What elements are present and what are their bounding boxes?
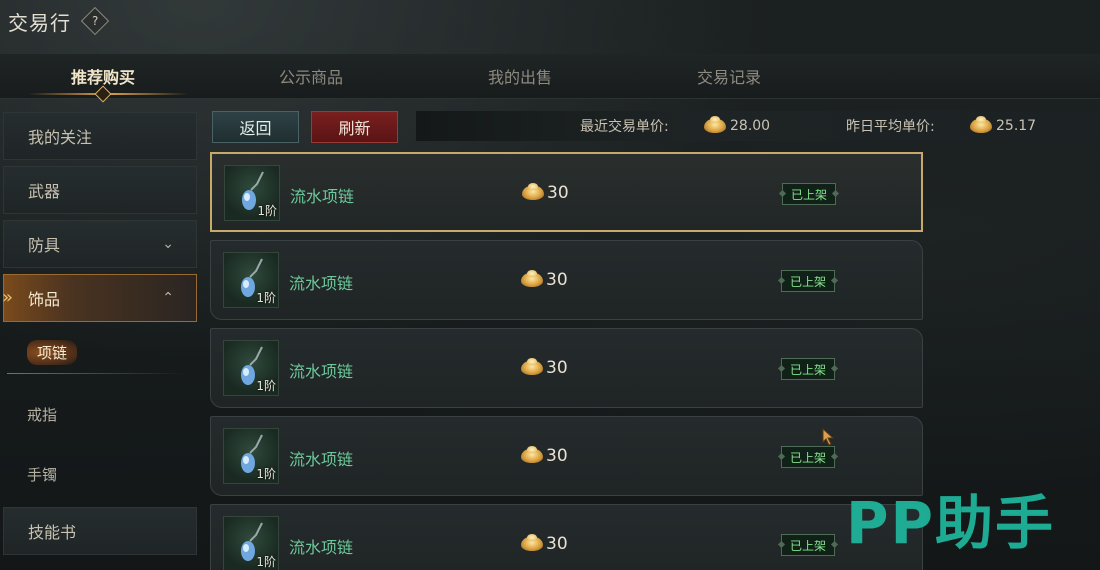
subitem-label: 手镯 xyxy=(27,465,58,484)
refresh-button-label: 刷新 xyxy=(338,119,371,138)
gold-ingot-icon xyxy=(970,116,992,133)
status-badge: 已上架 xyxy=(781,358,836,380)
gold-ingot-icon xyxy=(521,358,543,375)
tab-label: 推荐购买 xyxy=(70,68,135,87)
chevron-down-icon: ⌄ xyxy=(162,236,174,252)
tier-label: 1阶 xyxy=(256,555,276,569)
tab-bar: 推荐购买 公示商品 我的出售 交易记录 xyxy=(0,54,1100,103)
tab-label: 交易记录 xyxy=(696,68,761,87)
recent-price: 28.00 xyxy=(704,116,771,134)
listing-row[interactable]: 1阶 流水项链 30 已上架 xyxy=(210,416,923,496)
title-bar: 交易行 ? xyxy=(8,6,110,36)
item-name: 流水项链 xyxy=(289,362,354,381)
subitem-underline xyxy=(7,373,187,374)
sidebar-subitem-necklace[interactable]: 项链 xyxy=(3,326,197,378)
sidebar-item-weapons[interactable]: 武器 xyxy=(3,166,197,214)
listing-row[interactable]: 1阶 流水项链 30 已上架 xyxy=(210,328,923,408)
watermark-logo: PP助手 xyxy=(846,489,1056,557)
sidebar-item-skill-books[interactable]: 技能书 xyxy=(3,507,197,555)
subitem-label: 戒指 xyxy=(27,405,58,424)
tab-public-goods[interactable]: 公示商品 xyxy=(216,54,406,98)
tab-ornament-icon xyxy=(94,85,112,103)
avg-price: 25.17 xyxy=(970,116,1037,134)
avg-price-label: 昨日平均单价: xyxy=(846,119,935,135)
cursor-icon xyxy=(822,428,835,446)
item-price: 30 xyxy=(521,446,568,466)
sidebar-item-label: 我的关注 xyxy=(28,128,93,147)
item-price-value: 30 xyxy=(546,446,568,466)
item-name: 流水项链 xyxy=(289,538,354,557)
tab-label: 公示商品 xyxy=(278,68,343,87)
status-badge: 已上架 xyxy=(781,446,836,468)
item-price-value: 30 xyxy=(546,358,568,378)
tier-label: 1阶 xyxy=(256,379,276,393)
sidebar-item-label: 武器 xyxy=(28,182,61,201)
item-price: 30 xyxy=(521,358,568,378)
gold-ingot-icon xyxy=(521,270,543,287)
gold-ingot-icon xyxy=(704,116,726,133)
help-icon[interactable]: ? xyxy=(80,6,110,36)
page-title: 交易行 xyxy=(8,10,71,35)
item-price-value: 30 xyxy=(546,534,568,554)
refresh-button[interactable]: 刷新 xyxy=(311,111,398,143)
sidebar-item-label: 技能书 xyxy=(28,523,77,542)
sidebar-item-armor[interactable]: 防具 ⌄ xyxy=(3,220,197,268)
active-arrows-icon: » xyxy=(2,287,13,308)
sidebar-item-label: 防具 xyxy=(28,236,61,255)
sidebar-subitem-bracelet[interactable]: 手镯 xyxy=(3,448,197,500)
chevron-up-icon: ⌃ xyxy=(162,290,174,306)
item-slot: 1阶 xyxy=(223,340,279,396)
listing-row[interactable]: 1阶 流水项链 30 已上架 xyxy=(210,152,923,232)
tier-label: 1阶 xyxy=(256,291,276,305)
sidebar-subitem-ring[interactable]: 戒指 xyxy=(3,388,197,440)
avg-price-value: 25.17 xyxy=(996,118,1037,134)
back-button[interactable]: 返回 xyxy=(212,111,299,143)
back-button-label: 返回 xyxy=(239,119,272,138)
gold-ingot-icon xyxy=(521,446,543,463)
help-symbol: ? xyxy=(91,14,99,28)
item-name: 流水项链 xyxy=(289,450,354,469)
item-price: 30 xyxy=(521,270,568,290)
item-name: 流水项链 xyxy=(290,187,355,206)
item-slot: 1阶 xyxy=(223,516,279,570)
tab-my-sales[interactable]: 我的出售 xyxy=(425,54,615,98)
tier-label: 1阶 xyxy=(257,204,277,218)
item-price-value: 30 xyxy=(546,270,568,290)
tab-trade-history[interactable]: 交易记录 xyxy=(634,54,824,98)
tab-label: 我的出售 xyxy=(487,68,552,87)
item-slot: 1阶 xyxy=(223,252,279,308)
sidebar-item-accessories[interactable]: » 饰品 ⌃ xyxy=(2,274,197,322)
sidebar-item-favorites[interactable]: 我的关注 xyxy=(3,112,197,160)
item-price: 30 xyxy=(522,183,569,203)
item-price-value: 30 xyxy=(547,183,569,203)
sidebar-item-label: 饰品 xyxy=(28,290,61,309)
item-slot: 1阶 xyxy=(223,428,279,484)
recent-price-value: 28.00 xyxy=(730,118,771,134)
trading-house-screen: 交易行 ? 推荐购买 公示商品 我的出售 交易记录 我的关注 武器 防具 ⌄ »… xyxy=(0,0,1100,570)
recent-price-label: 最近交易单价: xyxy=(580,119,669,135)
status-badge: 已上架 xyxy=(782,183,837,205)
item-slot: 1阶 xyxy=(224,165,280,221)
listing-row[interactable]: 1阶 流水项链 30 已上架 xyxy=(210,504,923,570)
status-badge: 已上架 xyxy=(781,534,836,556)
tab-recommended[interactable]: 推荐购买 xyxy=(8,54,198,103)
price-info-bar: 最近交易单价: 28.00 昨日平均单价: 25.17 xyxy=(416,111,1100,141)
gold-ingot-icon xyxy=(522,183,544,200)
subitem-label: 项链 xyxy=(27,339,78,365)
tier-label: 1阶 xyxy=(256,467,276,481)
listing-row[interactable]: 1阶 流水项链 30 已上架 xyxy=(210,240,923,320)
item-price: 30 xyxy=(521,534,568,554)
gold-ingot-icon xyxy=(521,534,543,551)
status-badge: 已上架 xyxy=(781,270,836,292)
item-name: 流水项链 xyxy=(289,274,354,293)
